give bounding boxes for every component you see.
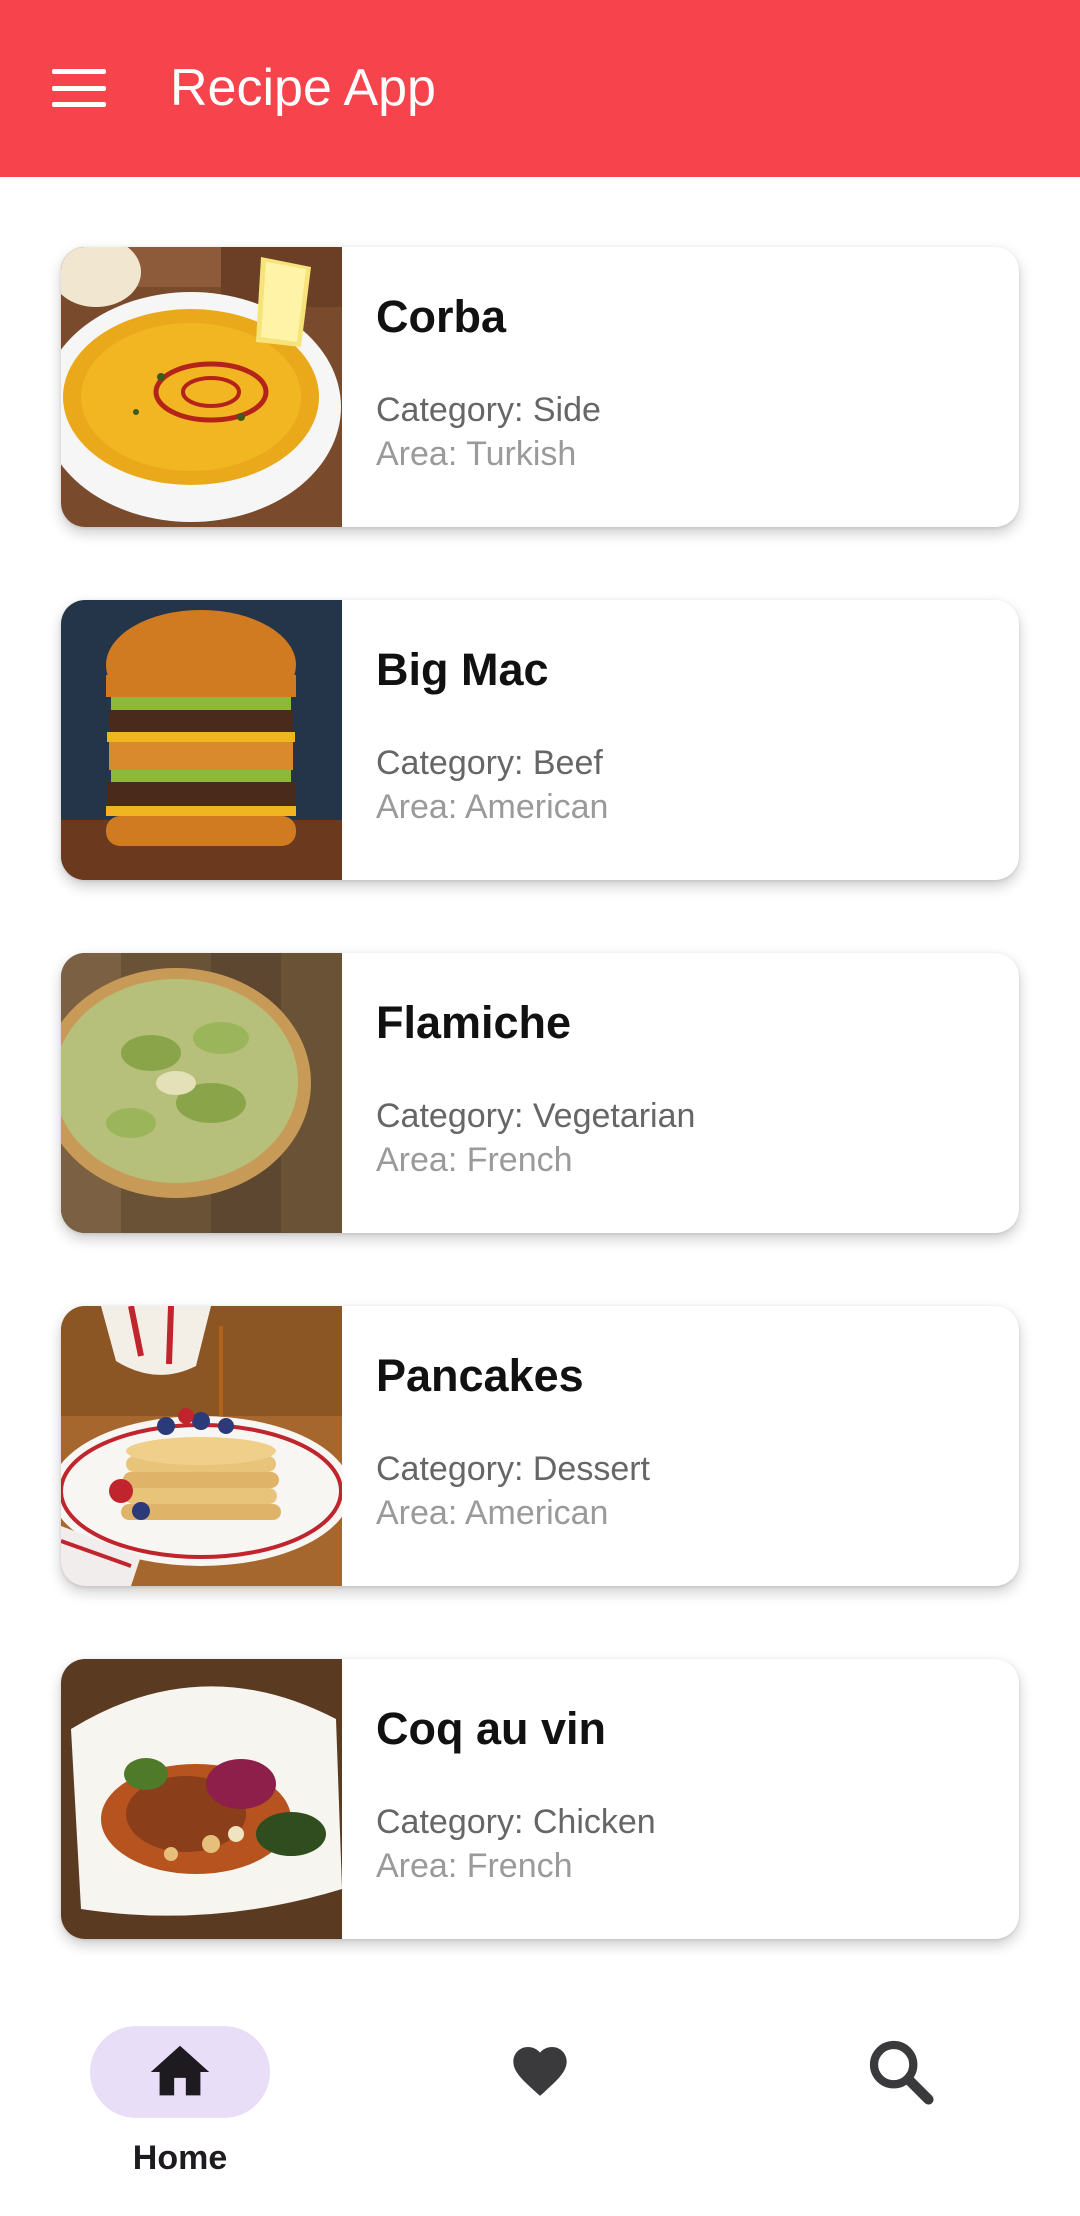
recipe-area: Area: American	[376, 1494, 609, 1532]
bottom-navigation-bar: Home	[0, 1957, 1080, 2216]
recipe-image-coq-au-vin	[61, 1659, 342, 1939]
recipe-category: Category: Dessert	[376, 1450, 650, 1488]
recipe-area: Area: French	[376, 1847, 573, 1885]
recipe-info: Corba Category: Side Area: Turkish	[342, 247, 601, 527]
top-app-bar: Recipe App	[0, 0, 1080, 177]
recipe-card[interactable]: Coq au vin Category: Chicken Area: Frenc…	[61, 1659, 1019, 1939]
recipe-name: Pancakes	[376, 1350, 584, 1401]
nav-item-favorites[interactable]	[360, 1957, 720, 2216]
nav-label-home: Home	[132, 2139, 228, 2177]
recipe-list[interactable]: Corba Category: Side Area: Turkish Big M…	[0, 177, 1080, 1957]
recipe-category: Category: Chicken	[376, 1803, 656, 1841]
recipe-area: Area: French	[376, 1141, 573, 1179]
recipe-name: Coq au vin	[376, 1703, 607, 1754]
recipe-info: Coq au vin Category: Chicken Area: Frenc…	[342, 1659, 656, 1939]
search-icon	[869, 2040, 934, 2105]
recipe-card[interactable]: Big Mac Category: Beef Area: American	[61, 600, 1019, 880]
recipe-category: Category: Side	[376, 391, 601, 429]
recipe-name: Flamiche	[376, 997, 572, 1048]
recipe-name: Big Mac	[376, 644, 549, 695]
recipe-name: Corba	[376, 291, 507, 342]
app-title: Recipe App	[170, 59, 436, 117]
hamburger-menu-icon[interactable]	[52, 69, 106, 107]
recipe-image-big-mac	[61, 600, 342, 880]
recipe-area: Area: Turkish	[376, 435, 577, 473]
recipe-category: Category: Beef	[376, 744, 603, 782]
recipe-area: Area: American	[376, 788, 609, 826]
recipe-app-screen: Recipe App Corba Category: Side Area: Tu…	[0, 0, 1080, 2216]
recipe-card[interactable]: Corba Category: Side Area: Turkish	[61, 247, 1019, 527]
recipe-card[interactable]: Flamiche Category: Vegetarian Area: Fren…	[61, 953, 1019, 1233]
recipe-info: Pancakes Category: Dessert Area: America…	[342, 1306, 650, 1586]
recipe-info: Big Mac Category: Beef Area: American	[342, 600, 608, 880]
recipe-category: Category: Vegetarian	[376, 1097, 696, 1135]
recipe-image-corba	[61, 247, 342, 527]
nav-item-search[interactable]	[720, 1957, 1080, 2216]
recipe-info: Flamiche Category: Vegetarian Area: Fren…	[342, 953, 695, 1233]
nav-item-home[interactable]: Home	[0, 1957, 360, 2216]
recipe-image-pancakes	[61, 1306, 342, 1586]
home-icon	[150, 2045, 210, 2096]
recipe-image-flamiche	[61, 953, 342, 1233]
recipe-card[interactable]: Pancakes Category: Dessert Area: America…	[61, 1306, 1019, 1586]
heart-icon	[513, 2047, 567, 2096]
